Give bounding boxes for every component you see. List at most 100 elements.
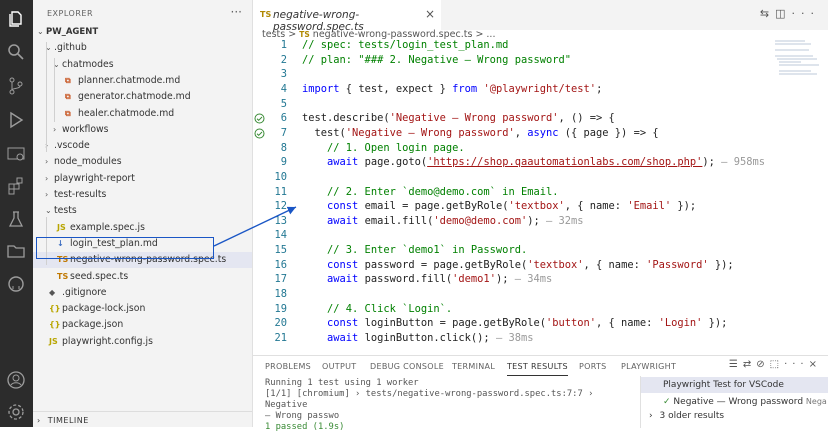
tree-item-label: playwright-report: [54, 172, 135, 184]
run-item[interactable]: ✓ Negative — Wrong password Nega: [663, 394, 827, 409]
run-list-header[interactable]: Playwright Test for VSCode: [641, 377, 828, 393]
history-icon[interactable]: ⇄: [743, 359, 756, 370]
source-control-icon[interactable]: [6, 76, 26, 96]
code-line[interactable]: 17 await password.fill('demo1'); — 34ms: [253, 272, 771, 287]
close-icon[interactable]: ×: [809, 359, 822, 370]
files-icon[interactable]: [6, 9, 26, 29]
account-icon[interactable]: [6, 370, 26, 390]
tree-file[interactable]: ⧉ healer.chatmode.md: [33, 106, 252, 122]
code-line[interactable]: 18: [253, 287, 771, 302]
tree-item-label: generator.chatmode.md: [78, 91, 191, 103]
older-results[interactable]: › 3 older results: [649, 409, 724, 424]
more-actions-icon[interactable]: ···: [231, 5, 242, 19]
panel-tab-terminal[interactable]: TERMINAL: [452, 362, 495, 371]
code-line[interactable]: 7 test('Negative — Wrong password', asyn…: [253, 126, 771, 141]
older-results-label: 3 older results: [659, 411, 725, 421]
code-line[interactable]: 3: [253, 67, 771, 82]
timeline-label: TIMELINE: [47, 416, 89, 425]
split-editor-icon[interactable]: ◫: [775, 7, 791, 20]
github-icon[interactable]: [6, 274, 26, 294]
minimap[interactable]: [771, 38, 821, 78]
timeline-section[interactable]: › TIMELINE: [33, 411, 252, 428]
code-line[interactable]: 20 const loginButton = page.getByRole('b…: [253, 316, 771, 331]
code-line[interactable]: 6 test.describe('Negative — Wrong passwor…: [253, 111, 771, 126]
code-line[interactable]: 14: [253, 228, 771, 243]
search-icon[interactable]: [6, 42, 26, 62]
tree-folder[interactable]: › test-results: [33, 187, 252, 203]
tree-file[interactable]: {} package.json: [33, 317, 252, 333]
code-line[interactable]: 16 const password = page.getByRole('text…: [253, 258, 771, 273]
panel-tab-ports[interactable]: PORTS: [579, 362, 607, 371]
tree-file[interactable]: ⧉ planner.chatmode.md: [33, 73, 252, 89]
code-line[interactable]: 15 // 3. Enter `demo1` in Password.: [253, 243, 771, 258]
code-line[interactable]: 8 // 1. Open login page.: [253, 141, 771, 156]
tree-folder[interactable]: ⌄ .github: [33, 40, 252, 56]
tree-folder[interactable]: ⌄ chatmodes: [33, 57, 252, 73]
tree-item-label: node_modules: [54, 156, 122, 168]
tree-file[interactable]: JS example.spec.js: [33, 220, 252, 236]
code-text: test('Negative — Wrong password', async …: [302, 126, 659, 139]
chevron-right-icon: ›: [37, 416, 41, 425]
chevron-right-icon: ›: [45, 173, 49, 183]
clear-icon[interactable]: ⊘: [756, 359, 769, 370]
tree-folder[interactable]: ›.vscode: [33, 138, 252, 154]
settings-gear-icon[interactable]: [6, 402, 26, 422]
panel-tab-problems[interactable]: PROBLEMS: [265, 362, 311, 371]
code-line[interactable]: 1 // spec: tests/login_test_plan.md: [253, 38, 771, 53]
code-line[interactable]: 21 await loginButton.click(); — 38ms: [253, 331, 771, 346]
tree-item-label: tests: [54, 205, 77, 217]
code-line[interactable]: 10: [253, 170, 771, 185]
ts-file-icon: TS: [57, 271, 69, 281]
tree-item-label: package-lock.json: [62, 303, 146, 315]
tree-file[interactable]: {} package-lock.json: [33, 301, 252, 317]
panel-tab-output[interactable]: OUTPUT: [322, 362, 356, 371]
tree-item-label: .vscode: [54, 140, 90, 152]
test-output: Running 1 test using 1 worker [1/1] [chro…: [265, 378, 635, 433]
tree-folder[interactable]: › node_modules: [33, 154, 252, 170]
panel-actions: ☰⇄⊘⬚···×: [729, 359, 822, 370]
code-line[interactable]: 19 // 4. Click `Login`.: [253, 302, 771, 317]
check-icon: ✓: [663, 397, 671, 407]
remote-explorer-icon[interactable]: [6, 144, 26, 164]
tree-item-label: PW_AGENT: [46, 27, 99, 37]
code-line[interactable]: 2 // plan: "### 2. Negative — Wrong passw…: [253, 53, 771, 68]
code-line[interactable]: 9 await page.goto('https://shop.qaautoma…: [253, 155, 771, 170]
code-text: // 2. Enter `demo@demo.com` in Email.: [302, 185, 559, 198]
code-line[interactable]: 5: [253, 97, 771, 112]
code-line[interactable]: 11 // 2. Enter `demo@demo.com` in Email.: [253, 185, 771, 200]
tree-file[interactable]: JS playwright.config.js: [33, 334, 252, 350]
tree-folder[interactable]: ⌄ PW_AGENT: [33, 24, 252, 40]
editor-tab[interactable]: TS negative-wrong-password.spec.ts ×: [253, 0, 441, 33]
tree-file[interactable]: ◆ .gitignore: [33, 285, 252, 301]
tree-folder[interactable]: › workflows: [33, 122, 252, 138]
tree-folder[interactable]: › playwright-report: [33, 171, 252, 187]
code-line[interactable]: 12 const email = page.getByRole('textbox…: [253, 199, 771, 214]
code-text: // 4. Click `Login`.: [302, 302, 453, 315]
activity-bar: [0, 0, 33, 427]
line-number: 6: [280, 112, 287, 125]
compare-icon[interactable]: ⇆: [760, 7, 775, 20]
panel-tab-playwright[interactable]: PLAYWRIGHT: [621, 362, 676, 371]
more-actions-icon[interactable]: ···: [792, 7, 821, 20]
code-text: await loginButton.click(); — 38ms: [327, 332, 534, 344]
panel-tab-debug-console[interactable]: DEBUG CONSOLE: [370, 362, 444, 371]
testing-icon[interactable]: [6, 209, 26, 229]
run-debug-icon[interactable]: [6, 110, 26, 130]
extensions-icon[interactable]: [6, 176, 26, 196]
bottom-panel: PROBLEMS OUTPUT DEBUG CONSOLE TERMINAL TEST …: [253, 355, 828, 432]
code-line[interactable]: 13 await email.fill('demo@demo.com'); — …: [253, 214, 771, 229]
code-line[interactable]: 4 import { test, expect } from '@playwrig…: [253, 82, 771, 97]
close-icon[interactable]: ×: [425, 7, 435, 21]
editor-tab-bar: TS negative-wrong-password.spec.ts × ⇆◫·…: [253, 0, 828, 33]
maximize-icon[interactable]: ⬚: [770, 359, 784, 370]
tree-item-label: planner.chatmode.md: [78, 74, 181, 86]
folder-icon[interactable]: [6, 241, 26, 261]
tree-folder[interactable]: ⌄ tests: [33, 203, 252, 219]
panel-tab-test-results[interactable]: TEST RESULTS: [507, 362, 568, 376]
list-icon[interactable]: ☰: [729, 359, 743, 370]
tree-file[interactable]: ⧉ generator.chatmode.md: [33, 89, 252, 105]
chevron-down-icon: ⌄: [37, 27, 44, 36]
more-actions-icon[interactable]: ···: [784, 359, 809, 370]
tree-file[interactable]: TS seed.spec.ts: [33, 269, 252, 285]
line-number: 10: [274, 170, 287, 183]
